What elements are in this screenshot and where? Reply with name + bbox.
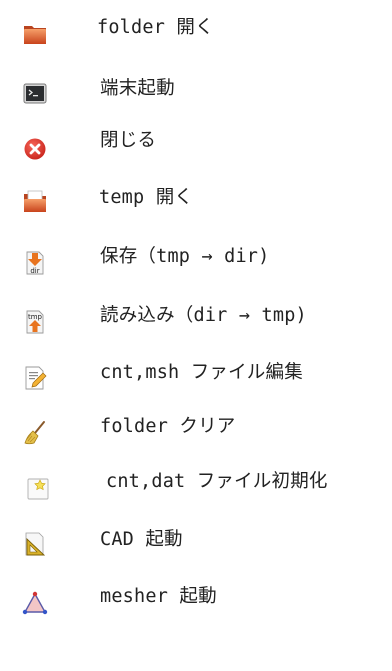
load-to-tmp-icon: tmp: [22, 309, 48, 335]
menu-item-label: 保存（tmp → dir): [100, 246, 270, 267]
temp-folder-icon: [22, 189, 48, 215]
menu-item-close[interactable]: 閉じる: [0, 127, 392, 167]
save-to-dir-icon: dir: [22, 250, 48, 276]
menu-item-load[interactable]: tmp 読み込み（dir → tmp): [0, 302, 392, 342]
menu-item-temp-open[interactable]: temp 開く: [0, 182, 392, 222]
edit-document-icon: [22, 365, 48, 391]
menu-item-folder-open[interactable]: folder 開く: [0, 14, 392, 54]
mesher-triangle-icon: [22, 590, 48, 616]
new-document-icon: [25, 476, 51, 502]
terminal-icon: [22, 81, 48, 107]
menu-item-label: 端末起動: [100, 78, 175, 99]
menu-item-save[interactable]: dir 保存（tmp → dir): [0, 243, 392, 283]
close-icon: [22, 136, 48, 162]
menu-item-folder-clear[interactable]: folder クリア: [0, 413, 392, 453]
menu-item-label: cnt,msh ファイル編集: [100, 362, 303, 383]
menu-item-mesher[interactable]: mesher 起動: [0, 583, 392, 623]
broom-icon: [22, 420, 48, 446]
cad-triangle-ruler-icon: [22, 531, 48, 557]
menu-item-cad[interactable]: CAD 起動: [0, 524, 392, 564]
folder-icon: [22, 21, 48, 47]
menu-item-label: cnt,dat ファイル初期化: [106, 471, 328, 492]
svg-text:tmp: tmp: [28, 313, 43, 321]
menu-item-terminal[interactable]: 端末起動: [0, 73, 392, 113]
menu-item-label: folder クリア: [100, 416, 236, 437]
menu-item-edit-files[interactable]: cnt,msh ファイル編集: [0, 357, 392, 397]
menu-item-label: 閉じる: [100, 130, 157, 151]
menu-item-label: folder 開く: [97, 17, 214, 38]
menu-item-label: mesher 起動: [100, 586, 217, 607]
svg-text:dir: dir: [30, 267, 39, 275]
menu-item-label: 読み込み（dir → tmp): [100, 305, 307, 326]
menu-item-init-files[interactable]: cnt,dat ファイル初期化: [0, 468, 392, 508]
menu-item-label: CAD 起動: [100, 529, 183, 550]
menu-item-label: temp 開く: [99, 187, 194, 208]
